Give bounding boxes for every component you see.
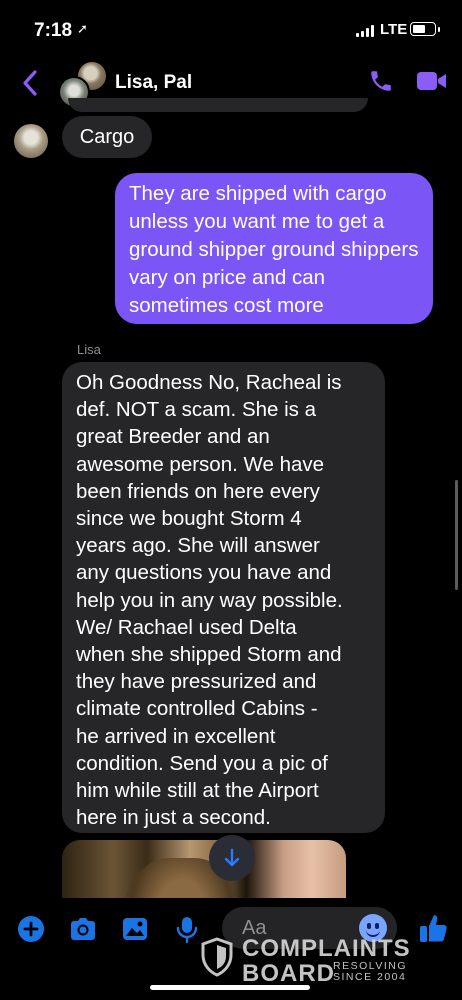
message-line: been friends on here every: [76, 479, 320, 503]
previous-message-bubble: [68, 98, 368, 112]
watermark-subtitle: BOARD: [242, 960, 335, 987]
message-line: great Breeder and an: [76, 425, 270, 449]
sender-name: Lisa: [77, 342, 101, 357]
message-line: condition. Send you a pic of: [76, 751, 328, 775]
gallery-icon[interactable]: [121, 915, 149, 943]
message-line: Oh Goodness No, Racheal is: [76, 371, 342, 394]
thumbs-up-icon[interactable]: [418, 912, 448, 944]
arrow-down-icon: [224, 848, 240, 867]
message-line: here in just a second.: [76, 806, 271, 830]
microphone-icon[interactable]: [173, 915, 201, 943]
incoming-message[interactable]: Cargo: [62, 116, 152, 158]
battery-icon: [410, 22, 440, 36]
network-label: LTE: [380, 21, 408, 38]
camera-icon[interactable]: [68, 915, 98, 943]
conversation-title[interactable]: Lisa, Pal: [115, 72, 192, 94]
incoming-message[interactable]: Oh Goodness No, Racheal is def. NOT a sc…: [62, 362, 385, 833]
message-line: they have pressurized and: [76, 670, 317, 694]
home-indicator[interactable]: [150, 985, 310, 990]
shield-logo-icon: [201, 937, 233, 977]
message-line: help you in any way possible.: [76, 588, 343, 612]
signal-icon: [356, 25, 376, 37]
message-line: any questions you have and: [76, 561, 332, 585]
status-bar: 7:18 ➚ LTE: [0, 0, 462, 56]
scroll-to-bottom-button[interactable]: [209, 835, 255, 881]
message-line: since we bought Storm 4: [76, 507, 302, 531]
scrollbar[interactable]: [455, 480, 458, 590]
complaints-board-watermark: COMPLAINTS BOARD RESOLVING SINCE 2004: [200, 935, 423, 987]
message-line: We/ Rachael used Delta: [76, 615, 297, 639]
watermark-title: COMPLAINTS: [242, 935, 411, 962]
watermark-tagline: RESOLVING SINCE 2004: [333, 961, 423, 983]
outgoing-message[interactable]: They are shipped with cargo unless you w…: [115, 173, 433, 324]
message-line: when she shipped Storm and: [76, 643, 342, 667]
video-call-icon[interactable]: [416, 69, 448, 93]
message-line: years ago. She will answer: [76, 534, 320, 558]
message-line: awesome person. We have: [76, 452, 325, 476]
message-line: def. NOT a scam. She is a: [76, 398, 317, 422]
message-line: he arrived in excellent: [76, 724, 276, 748]
message-line: climate controlled Cabins -: [76, 697, 318, 721]
watermark-tagline-2: SINCE 2004: [333, 971, 407, 983]
location-arrow-icon: ➚: [77, 21, 88, 36]
phone-icon[interactable]: [368, 68, 394, 94]
message-line: him while still at the Airport: [76, 779, 319, 803]
status-time: 7:18: [34, 20, 73, 41]
back-arrow-icon[interactable]: [18, 66, 44, 100]
plus-icon[interactable]: [17, 915, 45, 943]
avatar[interactable]: [14, 124, 48, 158]
